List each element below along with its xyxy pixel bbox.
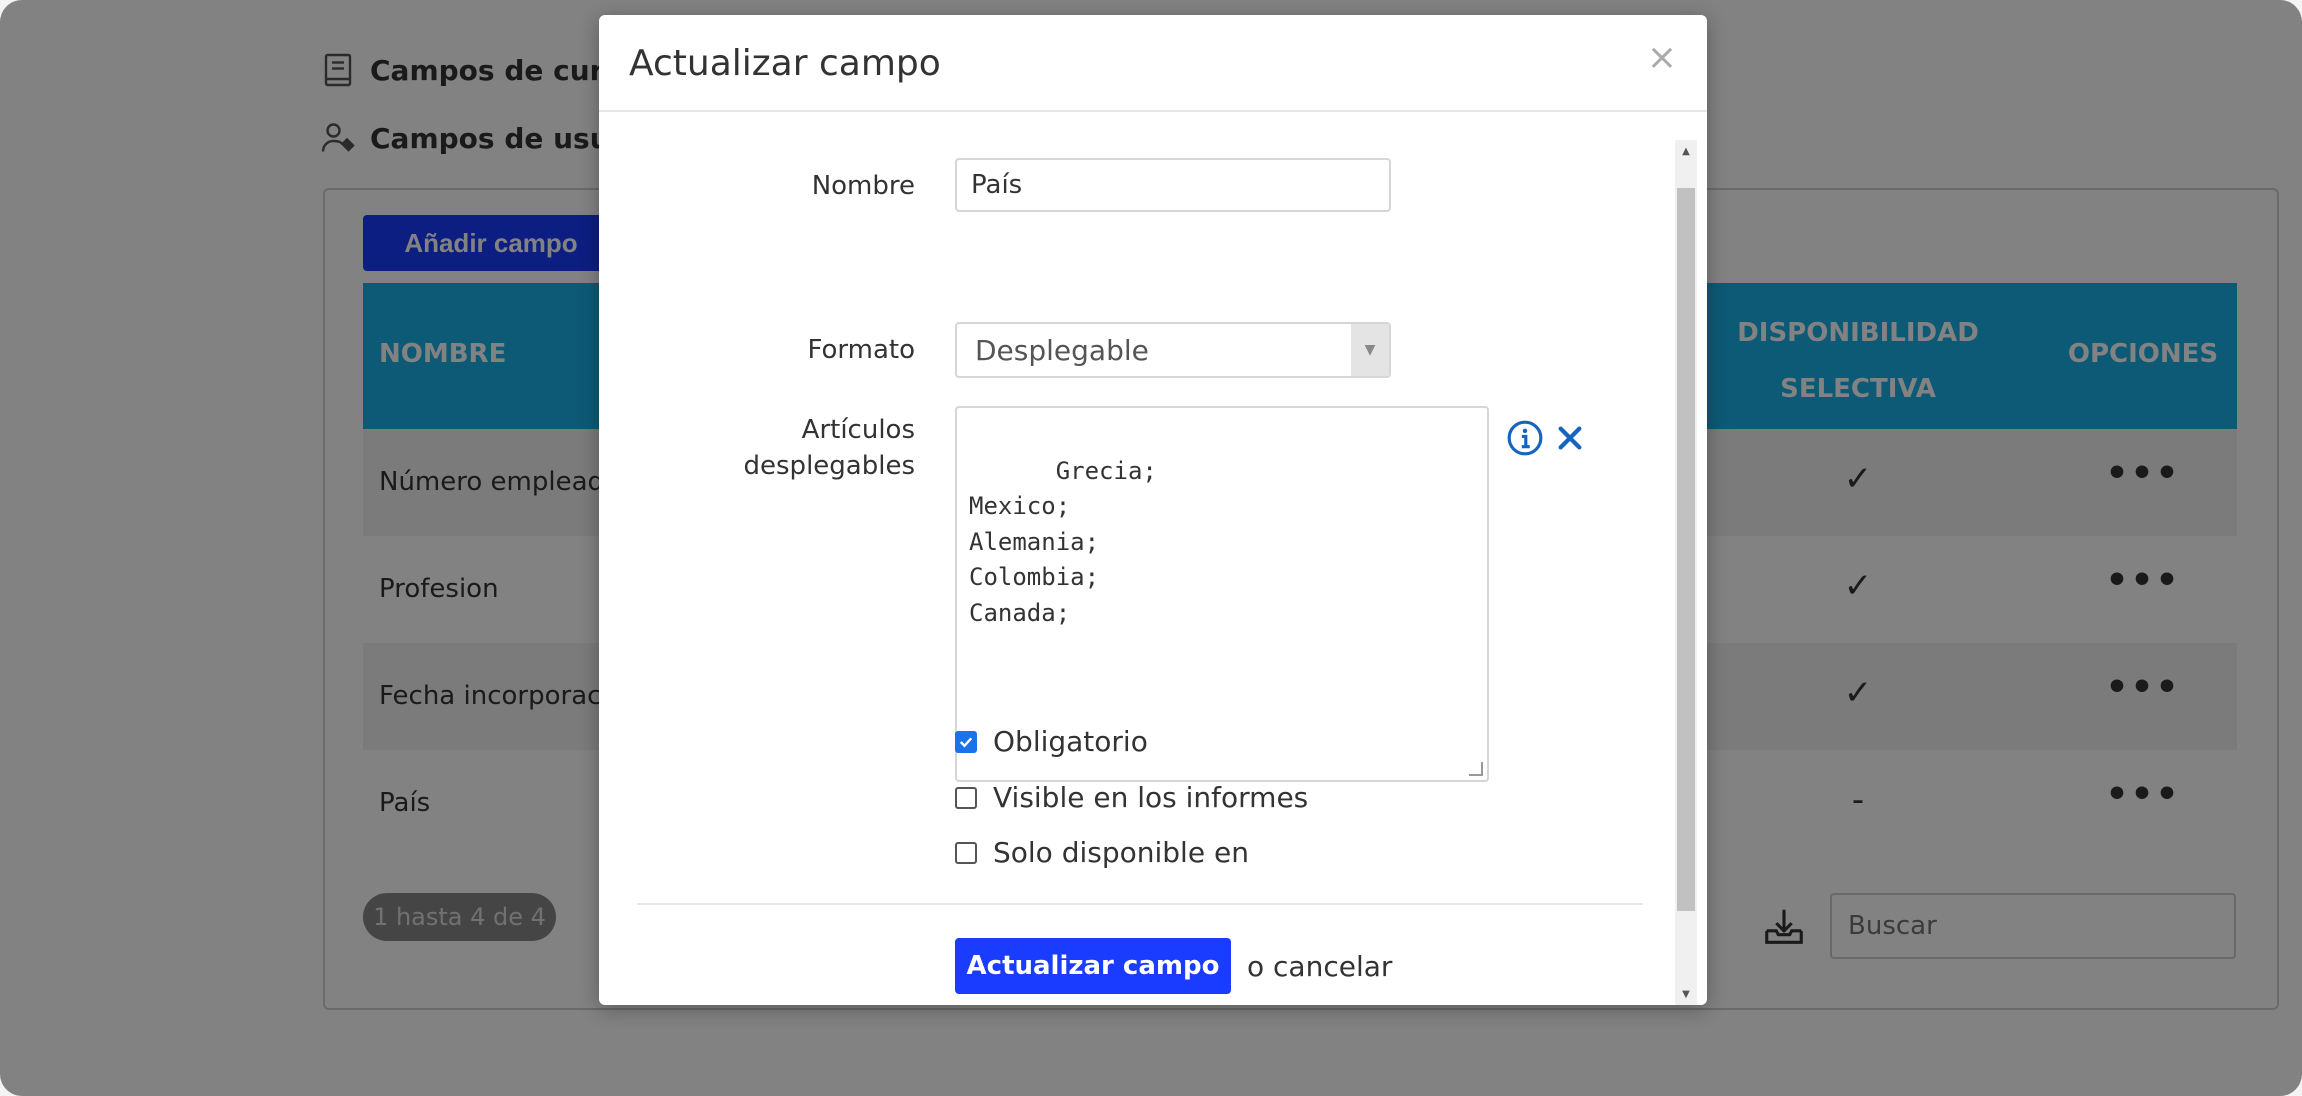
resize-handle-icon[interactable] (1469, 762, 1483, 776)
info-icon[interactable] (1506, 419, 1544, 457)
obligatorio-checkbox-row[interactable]: Obligatorio (955, 725, 1148, 758)
chevron-down-icon[interactable]: ▼ (1351, 324, 1389, 376)
close-icon[interactable]: × (1647, 37, 1677, 78)
obligatorio-checkbox[interactable] (955, 730, 977, 753)
visible-reports-label: Visible en los informes (993, 781, 1309, 814)
modal-header: Actualizar campo × (599, 15, 1707, 112)
articulos-label-line1: Artículos (801, 415, 915, 445)
formato-label-wrap: Formato (599, 332, 915, 368)
nombre-field[interactable]: País (955, 158, 1391, 212)
nombre-label: Nombre (811, 171, 915, 201)
nombre-label-wrap: Nombre (599, 168, 915, 204)
modal-title: Actualizar campo (629, 43, 941, 84)
solo-disponible-label: Solo disponible en (993, 836, 1249, 869)
update-field-modal: Actualizar campo × Nombre País Formato D… (599, 15, 1707, 1005)
close-x-icon[interactable] (1554, 422, 1586, 454)
solo-disponible-checkbox-row[interactable]: Solo disponible en (955, 836, 1249, 869)
formato-selected-value: Desplegable (975, 333, 1149, 367)
checkmark-icon (959, 736, 973, 747)
formato-select[interactable]: Desplegable ▼ (955, 322, 1391, 378)
articulos-label-wrap: Artículos desplegables (599, 412, 915, 484)
formato-label: Formato (807, 335, 915, 365)
scroll-up-icon[interactable]: ▲ (1675, 140, 1697, 162)
solo-disponible-checkbox[interactable] (955, 841, 977, 864)
visible-reports-checkbox-row[interactable]: Visible en los informes (955, 781, 1308, 814)
scroll-down-icon[interactable]: ▼ (1675, 983, 1697, 1005)
cancel-link[interactable]: o cancelar (1247, 950, 1392, 983)
form-divider (637, 903, 1643, 905)
visible-reports-checkbox[interactable] (955, 786, 977, 809)
articulos-label-line2: desplegables (743, 451, 915, 481)
modal-scrollbar[interactable]: ▲ ▼ (1675, 140, 1697, 1005)
modal-body: Nombre País Formato Desplegable ▼ Artícu… (599, 114, 1671, 1005)
scrollbar-thumb[interactable] (1677, 188, 1695, 911)
dropdown-items-text: Grecia; Mexico; Alemania; Colombia; Cana… (969, 456, 1157, 627)
update-field-button[interactable]: Actualizar campo (955, 938, 1231, 994)
obligatorio-label: Obligatorio (993, 725, 1148, 758)
